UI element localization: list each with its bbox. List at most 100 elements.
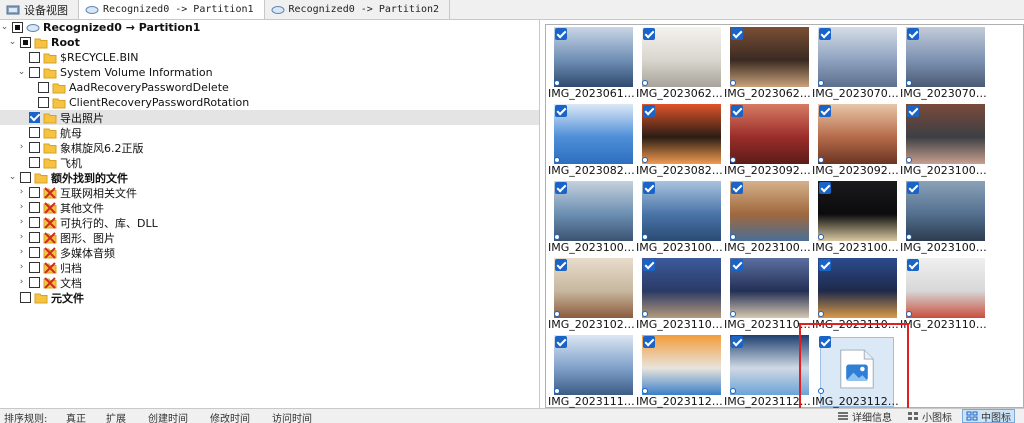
thumbnail-item[interactable]: IMG_2023100… <box>634 179 722 257</box>
expand-icon[interactable]: › <box>17 218 26 227</box>
thumbnail-item[interactable]: IMG_2023070… <box>810 25 898 103</box>
tree-checkbox[interactable] <box>29 67 40 78</box>
thumbnail-checkbox[interactable] <box>731 105 743 117</box>
tree-checkbox[interactable] <box>29 262 40 273</box>
tree-node-internet-files[interactable]: › 互联网相关文件 <box>0 185 539 200</box>
thumbnail-checkbox[interactable] <box>731 182 743 194</box>
tree-node-recycle-bin[interactable]: $RECYCLE.BIN <box>0 50 539 65</box>
collapse-icon[interactable]: ⌄ <box>8 38 17 47</box>
view-mode-small-icons[interactable]: 小图标 <box>904 409 955 423</box>
thumbnail-item[interactable]: IMG_2023110… <box>634 256 722 334</box>
thumbnail-checkbox[interactable] <box>555 336 567 348</box>
tree-checkbox[interactable] <box>29 157 40 168</box>
expand-icon[interactable]: › <box>17 248 26 257</box>
expand-icon[interactable]: › <box>17 263 26 272</box>
tree-checkbox[interactable] <box>38 82 49 93</box>
tab-partition1[interactable]: Recognized0 -> Partition1 <box>79 0 265 19</box>
tree-checkbox[interactable] <box>29 277 40 288</box>
tree-node-chess[interactable]: › 象棋旋风6.2正版 <box>0 140 539 155</box>
collapse-icon[interactable]: ⌄ <box>8 173 17 182</box>
thumbnail-checkbox[interactable] <box>555 28 567 40</box>
tree-node-audio[interactable]: › 多媒体音频 <box>0 245 539 260</box>
expand-icon[interactable]: › <box>17 233 26 242</box>
sort-option-accessed[interactable]: 访问时间 <box>272 410 312 423</box>
thumbnail-item[interactable]: IMG_2023070… <box>898 25 986 103</box>
thumbnail-checkbox[interactable] <box>731 28 743 40</box>
expand-icon[interactable]: › <box>17 143 26 152</box>
tree-checkbox[interactable] <box>29 217 40 228</box>
thumbnail-item[interactable]: IMG_2023100… <box>898 179 986 257</box>
tree-checkbox[interactable] <box>20 37 31 48</box>
thumbnail-checkbox[interactable] <box>555 259 567 271</box>
thumbnail-item[interactable]: IMG_2023102… <box>546 256 634 334</box>
sort-option-extension[interactable]: 扩展 <box>106 410 126 423</box>
thumbnail-checkbox[interactable] <box>555 105 567 117</box>
tree-node-extra-found[interactable]: ⌄ 额外找到的文件 <box>0 170 539 185</box>
tree-node-carrier[interactable]: 航母 <box>0 125 539 140</box>
tree-node-archives[interactable]: › 归档 <box>0 260 539 275</box>
tree-node-graphics[interactable]: › 图形、图片 <box>0 230 539 245</box>
thumbnail-item[interactable]: IMG_2023092… <box>722 102 810 180</box>
thumbnail-item[interactable]: IMG_2023100… <box>722 179 810 257</box>
tab-device-view[interactable]: 设备视图 <box>0 0 79 19</box>
tree-node-plane[interactable]: 飞机 <box>0 155 539 170</box>
tree-node-system-volume[interactable]: ⌄ System Volume Information <box>0 65 539 80</box>
tree-checkbox[interactable] <box>38 97 49 108</box>
expand-icon[interactable]: › <box>17 188 26 197</box>
thumbnail-item[interactable]: IMG_2023110… <box>722 256 810 334</box>
view-mode-medium-icons[interactable]: 中图标 <box>962 409 1015 423</box>
view-mode-details[interactable]: 详细信息 <box>834 409 895 423</box>
tree-checkbox[interactable] <box>20 292 31 303</box>
thumbnail-checkbox[interactable] <box>555 182 567 194</box>
tree-node-root[interactable]: ⌄ Root <box>0 35 539 50</box>
tree-node-export-photos[interactable]: 导出照片 <box>0 110 539 125</box>
thumbnail-item[interactable]: IMG_2023100… <box>546 179 634 257</box>
tree-checkbox[interactable] <box>20 172 31 183</box>
thumbnail-item[interactable]: IMG_2023082… <box>546 102 634 180</box>
tree-checkbox[interactable] <box>29 142 40 153</box>
collapse-icon[interactable]: ⌄ <box>0 23 9 32</box>
tree-node-executables[interactable]: › 可执行的、库、DLL <box>0 215 539 230</box>
tree-checkbox[interactable] <box>29 232 40 243</box>
tab-partition2[interactable]: Recognized0 -> Partition2 <box>265 0 451 19</box>
thumbnail-checkbox[interactable] <box>819 28 831 40</box>
thumbnail-checkbox[interactable] <box>907 105 919 117</box>
tree-checkbox[interactable] <box>29 52 40 63</box>
thumbnail-item[interactable]: IMG_2023082… <box>634 102 722 180</box>
thumbnail-item[interactable]: IMG_2023100… <box>810 179 898 257</box>
sort-option-modified[interactable]: 修改时间 <box>210 410 250 423</box>
thumbnail-checkbox[interactable] <box>643 28 655 40</box>
thumbnail-checkbox[interactable] <box>643 105 655 117</box>
thumbnail-checkbox[interactable] <box>643 336 655 348</box>
thumbnail-item[interactable]: IMG_2023110… <box>898 256 986 334</box>
sort-option-created[interactable]: 创建时间 <box>148 410 188 423</box>
thumbnail-checkbox[interactable] <box>731 259 743 271</box>
tree-checkbox[interactable] <box>29 202 40 213</box>
collapse-icon[interactable]: ⌄ <box>17 68 26 77</box>
tree-node-other-files[interactable]: › 其他文件 <box>0 200 539 215</box>
tree-node-client-recovery[interactable]: ClientRecoveryPasswordRotation <box>0 95 539 110</box>
expand-icon[interactable]: › <box>17 203 26 212</box>
thumbnail-checkbox[interactable] <box>907 259 919 271</box>
thumbnail-checkbox[interactable] <box>731 336 743 348</box>
sort-option-real[interactable]: 真正 <box>66 410 86 423</box>
tree-checkbox[interactable] <box>29 187 40 198</box>
thumbnail-checkbox[interactable] <box>643 182 655 194</box>
thumbnail-item[interactable]: IMG_2023061… <box>546 25 634 103</box>
thumbnail-item[interactable]: IMG_2023062… <box>634 25 722 103</box>
tree-checkbox[interactable] <box>12 22 23 33</box>
thumbnail-checkbox[interactable] <box>819 182 831 194</box>
thumbnail-checkbox[interactable] <box>907 182 919 194</box>
tree-node-documents[interactable]: › 文档 <box>0 275 539 290</box>
thumbnail-checkbox[interactable] <box>819 105 831 117</box>
tree-checkbox[interactable] <box>29 112 40 123</box>
thumbnail-checkbox[interactable] <box>907 28 919 40</box>
thumbnail-item[interactable]: IMG_2023100… <box>898 102 986 180</box>
tree-node-partition[interactable]: ⌄ Recognized0 → Partition1 <box>0 20 539 35</box>
thumbnail-checkbox[interactable] <box>643 259 655 271</box>
thumbnail-item[interactable]: IMG_2023112… <box>634 333 722 408</box>
tree-node-meta-files[interactable]: 元文件 <box>0 290 539 305</box>
thumbnail-item[interactable]: IMG_2023112… <box>722 333 810 408</box>
thumbnail-item[interactable]: IMG_2023062… <box>722 25 810 103</box>
expand-icon[interactable]: › <box>17 278 26 287</box>
